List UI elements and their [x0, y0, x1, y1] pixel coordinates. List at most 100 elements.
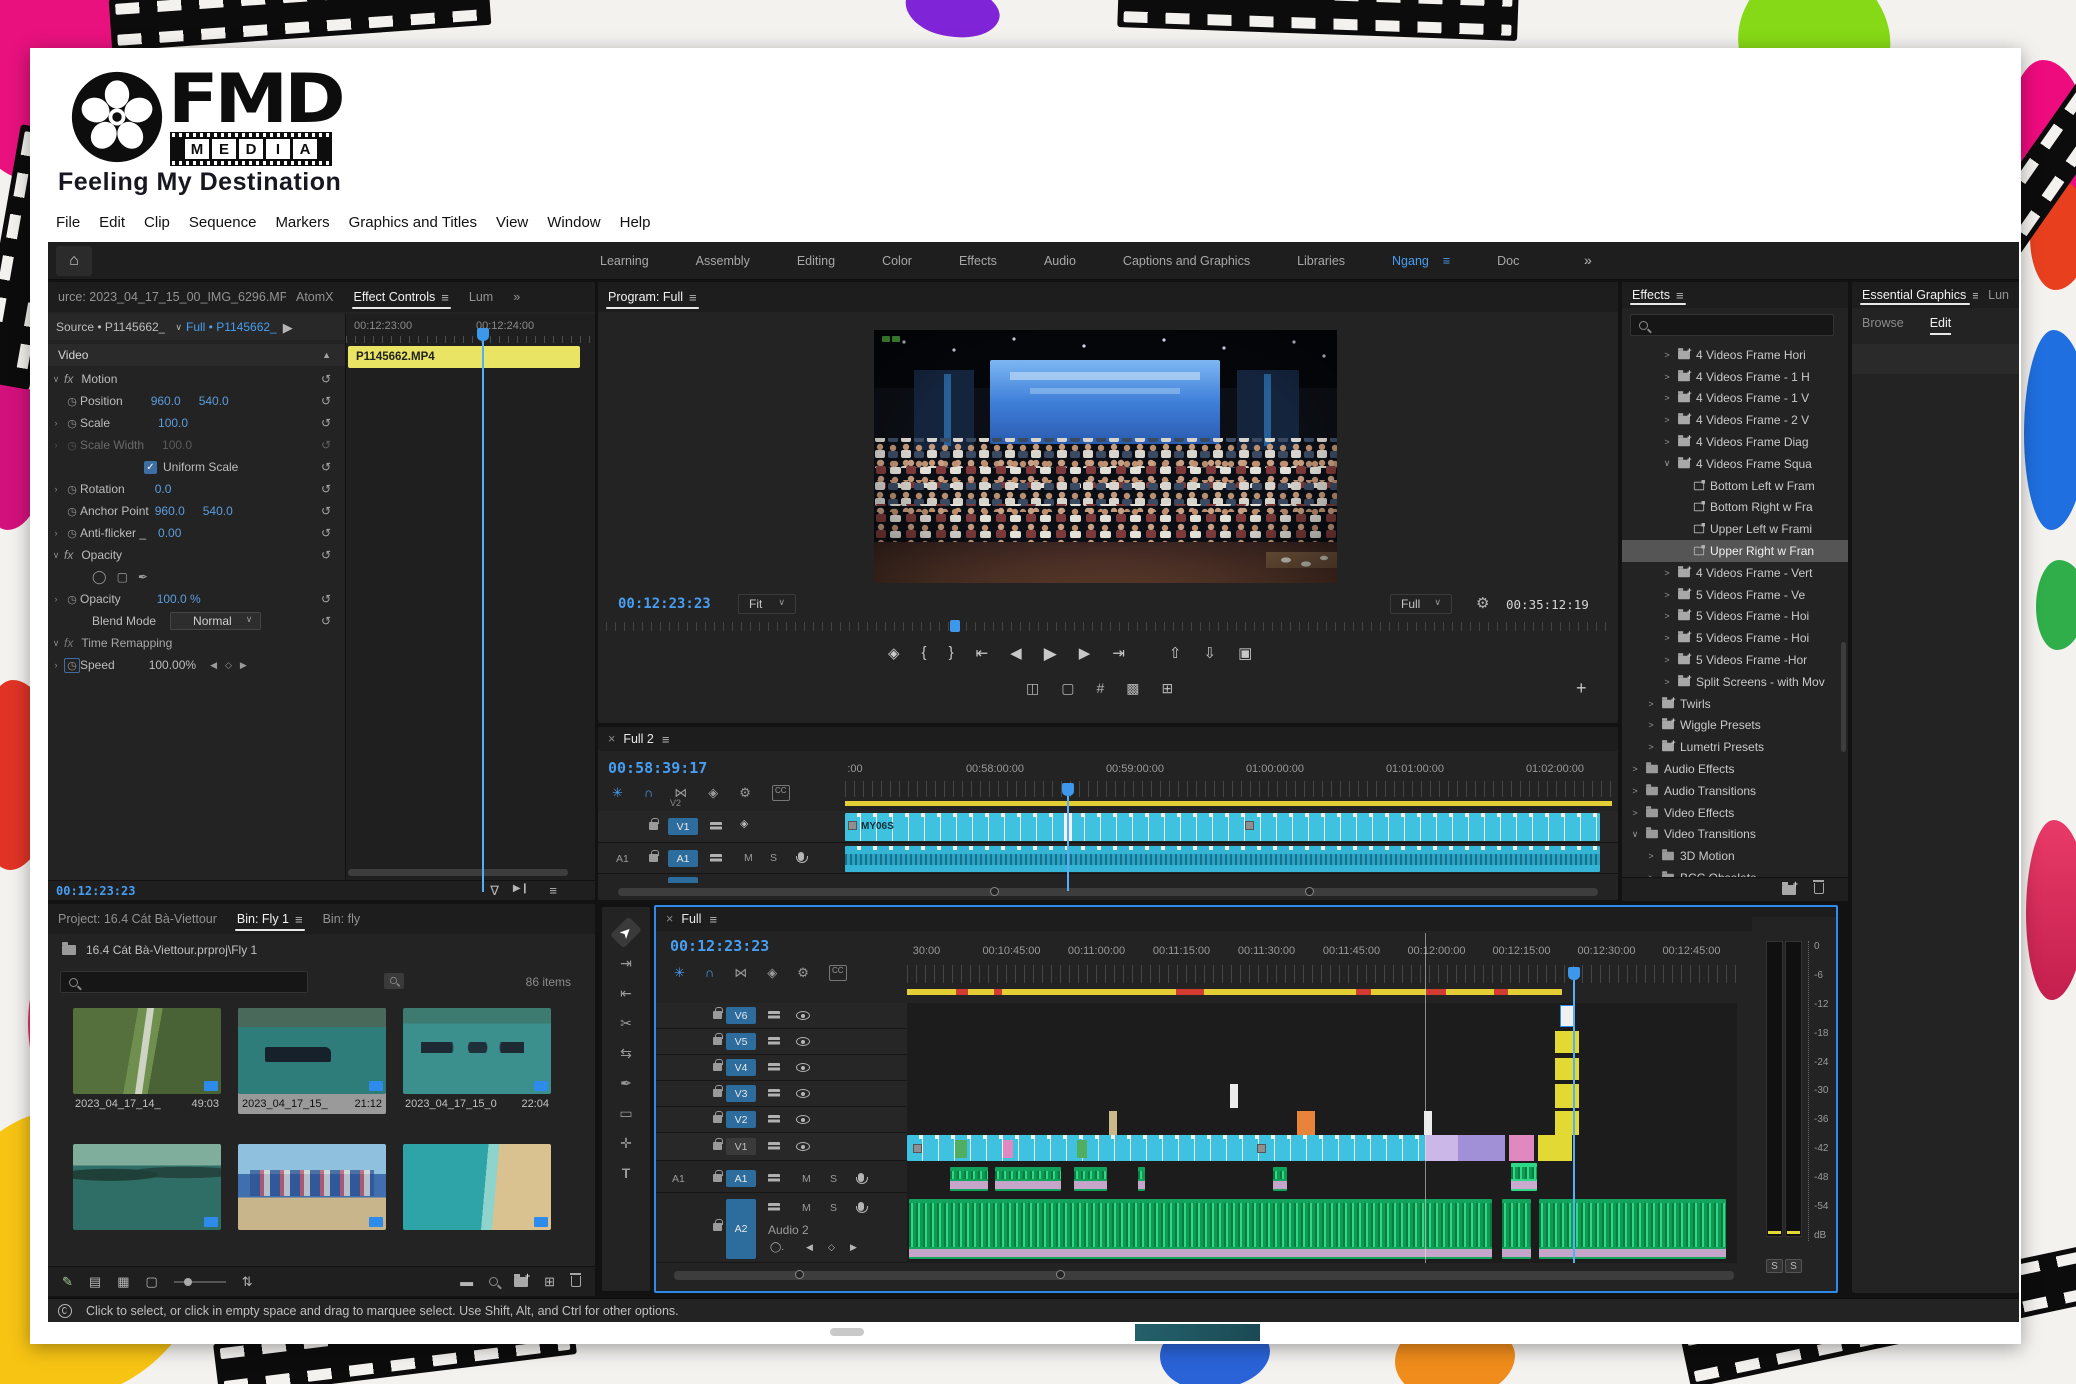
ec-clip-bar[interactable]: P1145662.MP4 [348, 346, 580, 368]
source-patch-icon[interactable] [768, 1115, 780, 1124]
lock-icon[interactable] [649, 854, 658, 862]
ec-row-motion[interactable]: ∨fxMotion↺ [48, 368, 345, 390]
tab-effects[interactable]: Effects≡ [1622, 282, 1694, 308]
tab-full2[interactable]: ×Full 2≡ [598, 727, 679, 751]
track-target-v1[interactable]: V1 [726, 1138, 756, 1155]
new-item-icon[interactable]: ⊞ [544, 1275, 555, 1288]
rectangle-tool[interactable]: ▭ [619, 1105, 632, 1122]
menu-item[interactable]: Markers [275, 214, 329, 231]
tab-lumetri[interactable]: Lum [459, 282, 503, 312]
clip-thumbnail-card[interactable] [403, 1144, 551, 1230]
panel-menu-icon[interactable]: ≡ [441, 291, 449, 304]
panel-menu-icon[interactable]: ≡ [709, 913, 717, 926]
ec-row-anti-flicker[interactable]: ›◷Anti-flicker _0.00↺ [48, 522, 345, 544]
lock-icon[interactable] [713, 1089, 722, 1097]
tab-essential-graphics[interactable]: Essential Graphics≡ [1852, 282, 1978, 308]
full2-timecode[interactable]: 00:58:39:17 [608, 759, 707, 777]
ec-row-position[interactable]: ◷Position960.0540.0↺ [48, 390, 345, 412]
step-forward-icon[interactable]: ▶ [1079, 644, 1091, 664]
mark-out-icon[interactable]: } [949, 644, 954, 664]
solo-button[interactable]: S [830, 1173, 837, 1185]
track-select-tool[interactable]: ⇥ [620, 955, 632, 972]
full2-playhead[interactable] [1067, 795, 1069, 891]
track-target-v1[interactable]: V1 [668, 818, 698, 835]
timeline-clip[interactable] [907, 1135, 1425, 1161]
tab-bin-fly[interactable]: Bin: fly [313, 904, 371, 934]
reset-icon[interactable]: ↺ [321, 372, 331, 386]
lock-icon[interactable] [713, 1037, 722, 1045]
expand-icon[interactable]: ∨ [1630, 829, 1640, 840]
reset-icon[interactable]: ↺ [321, 460, 331, 474]
scroll-handle-icon[interactable] [1305, 887, 1314, 896]
blend-mode-select[interactable]: ​Normal∨ [170, 612, 261, 630]
timeline-clip[interactable] [1230, 1084, 1238, 1108]
clip-thumbnail-card[interactable]: 2023_04_17_15_022:04 [403, 1008, 551, 1110]
ec-row-rotation[interactable]: ›◷Rotation0.0↺ [48, 478, 345, 500]
effects-tree-item[interactable]: > 5 Videos Frame - Hoi [1622, 606, 1848, 628]
edit-tab[interactable]: Edit [1930, 316, 1952, 335]
timeline-clip[interactable] [1538, 1135, 1572, 1161]
workspace-tab[interactable]: Effects [959, 254, 997, 268]
tab-program[interactable]: Program: Full≡ [598, 282, 707, 312]
tab-project[interactable]: Project: 16.4 Cát Bà-Viettour [48, 904, 227, 934]
source-patch-icon[interactable] [768, 1063, 780, 1072]
effects-item-label[interactable]: 5 Videos Frame -Hor [1696, 653, 1807, 667]
ellipse-mask-icon[interactable]: ◯ [92, 569, 107, 585]
mute-button[interactable]: M [744, 852, 753, 864]
effects-tree-item[interactable]: > Twirls [1622, 693, 1848, 715]
clip-thumbnail-card[interactable] [238, 1144, 386, 1230]
menu-item[interactable]: Graphics and Titles [349, 214, 477, 231]
track-target-a1[interactable]: A1 [726, 1170, 756, 1187]
new-bin-icon[interactable] [514, 1277, 528, 1287]
ec-ruler-ticks[interactable] [346, 336, 595, 343]
ec-section-video[interactable]: Video▲ [48, 344, 345, 366]
mic-icon[interactable] [798, 852, 804, 861]
captions-icon[interactable]: CC [829, 965, 847, 981]
timeline-audio-clip[interactable] [1511, 1163, 1537, 1191]
solo-left-button[interactable]: S [1766, 1259, 1783, 1273]
effects-item-label[interactable]: 4 Videos Frame - 2 V [1696, 413, 1809, 427]
source-patch-icon[interactable] [768, 1037, 780, 1046]
clip-thumbnail-image[interactable] [238, 1144, 386, 1230]
timeline-audio-clip[interactable] [845, 846, 1600, 872]
effects-tree-item[interactable]: > 5 Videos Frame -Hor [1622, 649, 1848, 671]
reset-icon[interactable]: ↺ [321, 394, 331, 408]
keyframe-next-icon[interactable]: ▶ [240, 660, 247, 671]
effects-item-label[interactable]: 4 Videos Frame Squa [1696, 457, 1812, 471]
timeline-settings-icon[interactable]: ⚙ [739, 785, 751, 801]
full-ruler-ticks[interactable] [907, 965, 1737, 983]
lock-icon[interactable] [713, 1142, 722, 1150]
mic-icon[interactable] [858, 1202, 864, 1211]
menu-item[interactable]: Clip [144, 214, 170, 231]
thumbnail-view-icon[interactable]: ▦ [117, 1275, 129, 1288]
hand-tool[interactable]: ✛ [620, 1135, 632, 1152]
go-to-in-icon[interactable]: ⇤ [976, 644, 989, 664]
reset-icon[interactable]: ↺ [321, 526, 331, 540]
ec-master-clip[interactable]: Source • P1145662_ [48, 320, 165, 334]
full2-v2-clip[interactable] [845, 801, 1612, 806]
safe-margins-icon[interactable]: ▢ [1061, 680, 1074, 697]
tab-overflow-icon[interactable]: » [503, 282, 530, 312]
freeform-view-icon[interactable]: ▢ [146, 1275, 158, 1288]
source-patch-icon[interactable] [768, 1142, 780, 1151]
delete-effect-icon[interactable] [1814, 883, 1824, 894]
speed-value[interactable]: 100.00% [149, 658, 196, 672]
timeline-clip[interactable] [1425, 1135, 1458, 1161]
keyframe-add-icon[interactable]: ◇ [828, 1243, 835, 1252]
effects-item-label[interactable]: Lumetri Presets [1680, 740, 1764, 754]
scroll-handle-icon[interactable] [1056, 1270, 1065, 1279]
source-patch-icon[interactable] [768, 1011, 780, 1020]
effects-item-label[interactable]: 4 Videos Frame Diag [1696, 435, 1809, 449]
effects-tree-item[interactable]: > 4 Videos Frame Hori [1622, 344, 1848, 366]
effects-tree-item[interactable]: > 5 Videos Frame - Ve [1622, 584, 1848, 606]
tab-bin-fly1[interactable]: Bin: Fly 1≡ [227, 904, 313, 934]
timeline-clip[interactable] [1560, 1005, 1574, 1027]
sort-icon[interactable]: ⇅ [242, 1275, 253, 1288]
workspace-tab[interactable]: Learning [600, 254, 649, 268]
clip-thumbnail-image[interactable] [238, 1008, 386, 1094]
snap-icon[interactable]: ∩ [644, 785, 653, 801]
browse-tab[interactable]: Browse [1862, 316, 1904, 335]
add-button[interactable]: + [1576, 678, 1587, 699]
track-target-button[interactable]: V2 [726, 1111, 756, 1128]
mic-icon[interactable] [858, 1173, 864, 1182]
